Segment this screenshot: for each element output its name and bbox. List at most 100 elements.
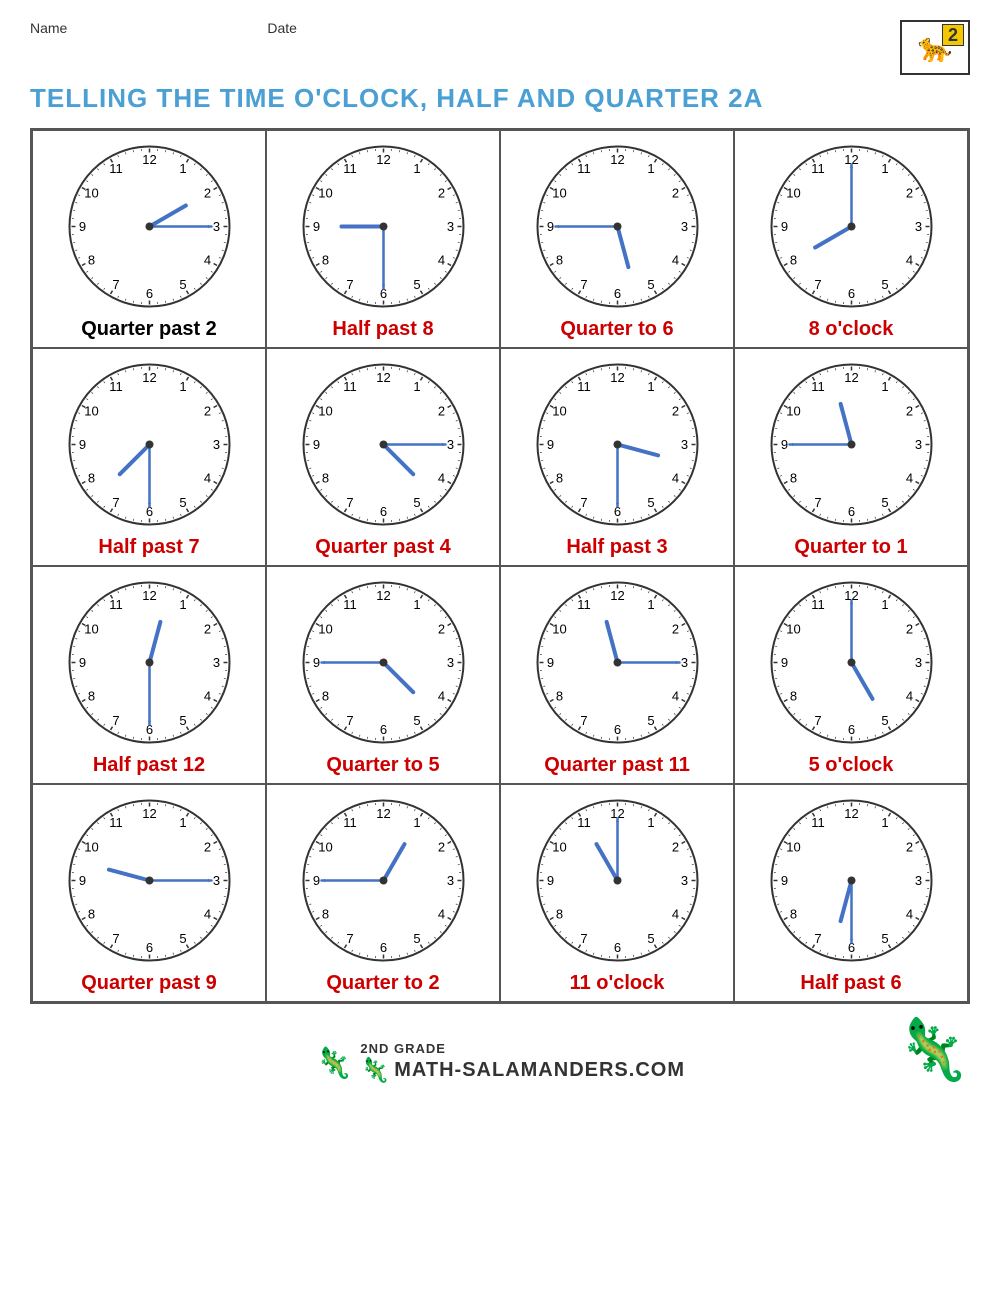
name-label: Name — [30, 20, 67, 36]
svg-text:7: 7 — [580, 713, 587, 728]
svg-text:5: 5 — [179, 713, 186, 728]
svg-text:4: 4 — [905, 471, 912, 486]
svg-text:6: 6 — [613, 286, 620, 301]
svg-text:6: 6 — [847, 504, 854, 519]
svg-text:11: 11 — [577, 379, 591, 394]
svg-text:7: 7 — [814, 495, 821, 510]
svg-text:1: 1 — [881, 161, 888, 176]
svg-text:12: 12 — [376, 588, 390, 603]
clock-label: Quarter to 2 — [326, 972, 439, 995]
svg-text:2: 2 — [905, 186, 912, 201]
clock-svg: 121234567891011 — [62, 357, 237, 532]
svg-text:10: 10 — [84, 840, 98, 855]
svg-text:11: 11 — [109, 597, 123, 612]
svg-text:12: 12 — [142, 806, 156, 821]
clock-label: 8 o'clock — [809, 318, 894, 341]
clock-label: Quarter past 4 — [315, 536, 451, 559]
svg-text:12: 12 — [844, 370, 858, 385]
page-title: TELLING THE TIME O'CLOCK, HALF AND QUART… — [30, 83, 970, 114]
svg-text:10: 10 — [786, 186, 800, 201]
svg-text:11: 11 — [343, 379, 357, 394]
svg-text:7: 7 — [112, 277, 119, 292]
svg-text:3: 3 — [446, 655, 453, 670]
svg-text:2: 2 — [203, 622, 210, 637]
svg-text:11: 11 — [811, 161, 825, 176]
svg-text:7: 7 — [112, 713, 119, 728]
svg-text:3: 3 — [212, 219, 219, 234]
svg-text:9: 9 — [546, 219, 553, 234]
clock-label: Half past 7 — [98, 536, 199, 559]
svg-text:2: 2 — [671, 404, 678, 419]
svg-text:5: 5 — [413, 277, 420, 292]
svg-text:5: 5 — [881, 713, 888, 728]
svg-text:10: 10 — [786, 840, 800, 855]
svg-text:6: 6 — [379, 940, 386, 955]
clock-label: Quarter past 11 — [544, 754, 690, 777]
svg-text:10: 10 — [318, 840, 332, 855]
svg-text:10: 10 — [318, 186, 332, 201]
svg-text:4: 4 — [203, 907, 210, 922]
svg-text:10: 10 — [552, 622, 566, 637]
svg-text:5: 5 — [881, 495, 888, 510]
clock-svg: 121234567891011 — [764, 575, 939, 750]
svg-text:11: 11 — [109, 815, 123, 830]
site-text: MATH-SALAMANDERS.COM — [394, 1059, 685, 1082]
clock-cell: 121234567891011Quarter to 2 — [266, 784, 500, 1002]
svg-text:6: 6 — [613, 940, 620, 955]
svg-text:2: 2 — [203, 186, 210, 201]
clock-cell: 1212345678910118 o'clock — [734, 130, 968, 348]
svg-text:4: 4 — [437, 253, 444, 268]
svg-text:5: 5 — [881, 277, 888, 292]
svg-text:1: 1 — [179, 379, 186, 394]
clock-label: Quarter past 9 — [81, 972, 217, 995]
svg-text:12: 12 — [610, 152, 624, 167]
svg-text:8: 8 — [555, 253, 562, 268]
clock-cell: 121234567891011Quarter to 6 — [500, 130, 734, 348]
svg-text:8: 8 — [321, 689, 328, 704]
svg-text:4: 4 — [671, 907, 678, 922]
clock-cell: 121234567891011Half past 8 — [266, 130, 500, 348]
svg-text:1: 1 — [881, 379, 888, 394]
svg-text:4: 4 — [203, 471, 210, 486]
svg-text:12: 12 — [610, 588, 624, 603]
svg-text:11: 11 — [109, 379, 123, 394]
svg-text:4: 4 — [671, 689, 678, 704]
svg-text:7: 7 — [112, 931, 119, 946]
clock-grid: 121234567891011Quarter past 212123456789… — [30, 128, 970, 1004]
footer-math-icon: 🦎 — [360, 1056, 390, 1085]
svg-text:11: 11 — [811, 597, 825, 612]
clock-cell: 121234567891011Half past 6 — [734, 784, 968, 1002]
svg-text:8: 8 — [87, 471, 94, 486]
svg-text:1: 1 — [647, 161, 654, 176]
clock-label: Half past 6 — [800, 972, 901, 995]
svg-text:5: 5 — [647, 931, 654, 946]
clock-svg: 121234567891011 — [296, 357, 471, 532]
svg-text:9: 9 — [78, 219, 85, 234]
svg-text:2: 2 — [905, 622, 912, 637]
svg-text:7: 7 — [346, 931, 353, 946]
svg-text:5: 5 — [647, 713, 654, 728]
svg-text:9: 9 — [780, 655, 787, 670]
svg-text:7: 7 — [346, 713, 353, 728]
svg-text:11: 11 — [811, 379, 825, 394]
svg-text:7: 7 — [580, 277, 587, 292]
clock-label: Quarter to 5 — [326, 754, 439, 777]
svg-text:10: 10 — [552, 840, 566, 855]
svg-text:4: 4 — [905, 907, 912, 922]
svg-text:3: 3 — [680, 655, 687, 670]
svg-text:9: 9 — [780, 873, 787, 888]
svg-text:3: 3 — [212, 655, 219, 670]
svg-text:12: 12 — [142, 152, 156, 167]
svg-text:1: 1 — [647, 597, 654, 612]
svg-text:12: 12 — [376, 806, 390, 821]
clock-cell: 1212345678910115 o'clock — [734, 566, 968, 784]
clock-cell: 121234567891011Half past 3 — [500, 348, 734, 566]
svg-text:2: 2 — [437, 404, 444, 419]
clock-cell: 121234567891011Quarter past 9 — [32, 784, 266, 1002]
svg-text:1: 1 — [881, 597, 888, 612]
clock-cell: 121234567891011Quarter past 2 — [32, 130, 266, 348]
svg-text:1: 1 — [647, 379, 654, 394]
svg-text:6: 6 — [145, 286, 152, 301]
clock-cell: 121234567891011 Quarter past 4 — [266, 348, 500, 566]
svg-text:8: 8 — [321, 253, 328, 268]
